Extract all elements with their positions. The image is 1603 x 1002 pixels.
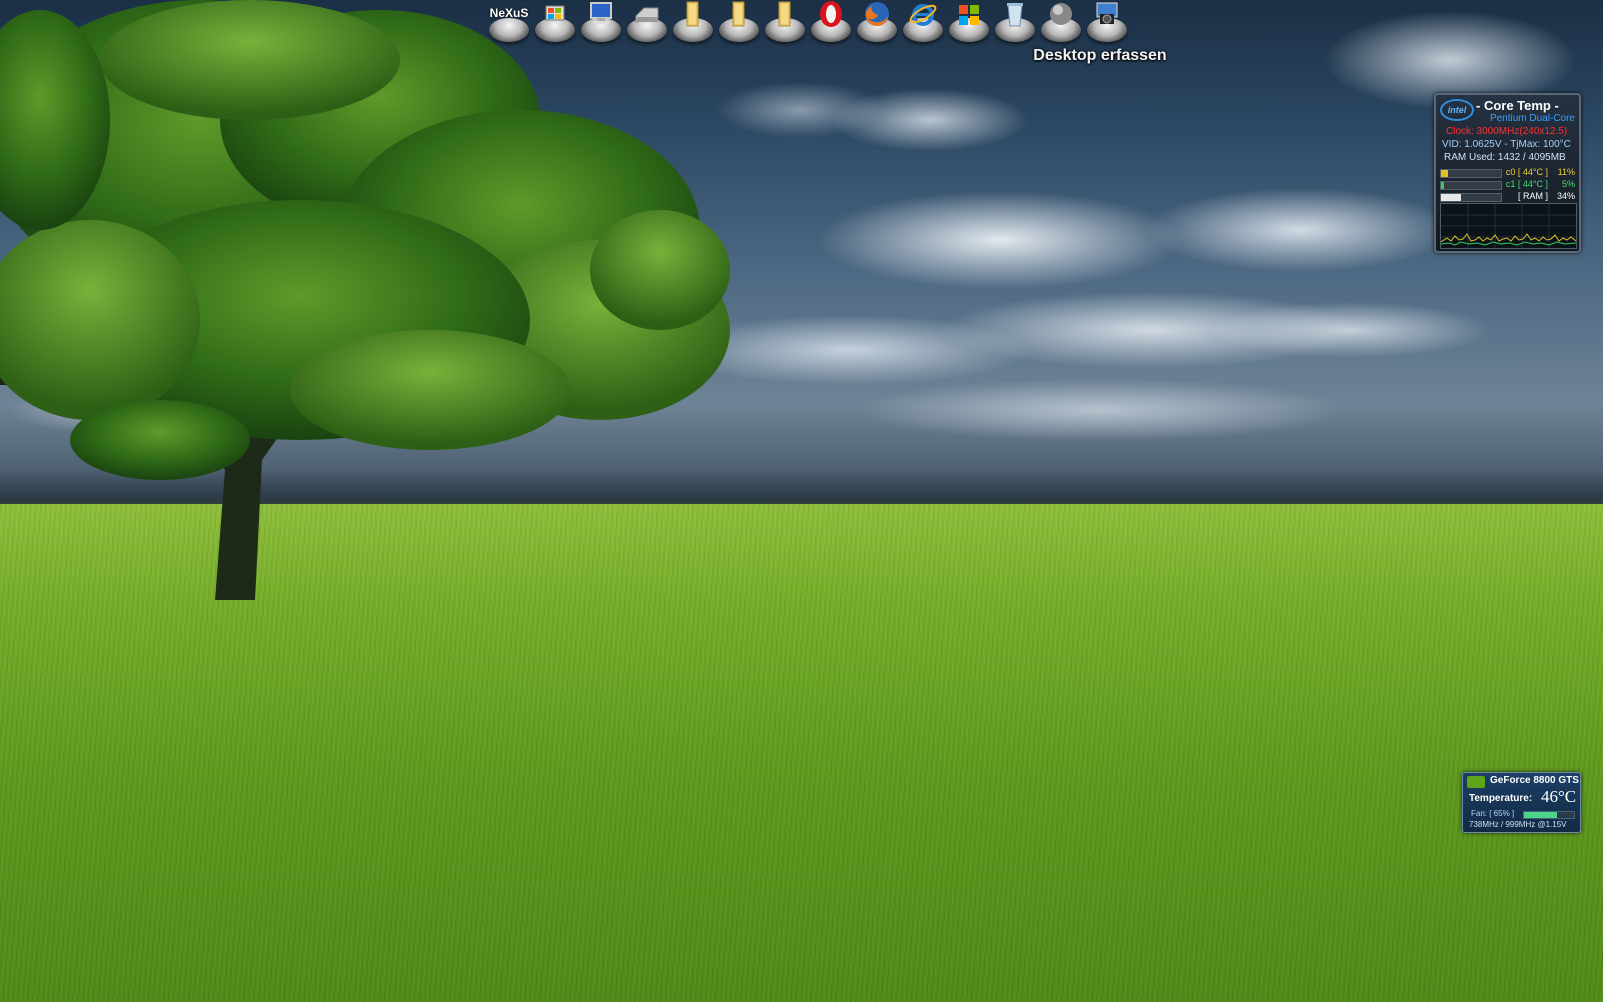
core-0-bar	[1440, 169, 1502, 178]
cpu-usage-graph	[1440, 203, 1577, 249]
cpu-vid: VID: 1.0625V - TjMax: 100°C	[1442, 139, 1571, 150]
gpu-temperature: 46°C	[1541, 787, 1577, 806]
dock-hover-label: Desktop erfassen	[1033, 47, 1167, 64]
windows-icon	[959, 5, 979, 25]
ram-used: RAM Used: 1432 / 4095MB	[1444, 152, 1566, 163]
nvidia-logo-icon	[1467, 776, 1485, 788]
dock-item-folder-1[interactable]	[670, 0, 716, 46]
core-1-bar-fill	[1441, 182, 1444, 189]
dock-item-nexus[interactable]: NeXuS	[486, 0, 532, 46]
gpu-name: GeForce 8800 GTS	[1490, 775, 1579, 786]
gpu-monitor-gadget[interactable]: GeForce 8800 GTS Temperature: 46°C Fan: …	[1462, 772, 1581, 833]
opera-icon	[820, 1, 842, 27]
core-0-percent: 11%	[1557, 167, 1575, 177]
drive-icon	[635, 7, 659, 23]
internet-explorer-icon	[909, 4, 937, 26]
globe-icon	[1050, 3, 1072, 25]
core-temp-title: - Core Temp -	[1476, 98, 1559, 113]
dock-item-globe[interactable]	[1038, 0, 1084, 46]
tree-illustration	[0, 0, 730, 600]
dock-item-firefox[interactable]	[854, 0, 900, 46]
core-1-label: c1 [ 44°C ]	[1505, 179, 1548, 189]
dock-item-camera[interactable]	[1084, 0, 1130, 46]
core-1-percent: 5%	[1561, 179, 1575, 189]
core-0-bar-fill	[1441, 170, 1448, 177]
core-temp-gadget[interactable]: intel - Core Temp - Pentium Dual-Core Cl…	[1434, 93, 1581, 253]
gpu-clocks: 738MHz / 999MHz @1.15V	[1469, 820, 1567, 829]
dock-item-folder-2[interactable]	[716, 0, 762, 46]
ram-bar	[1440, 193, 1502, 202]
gpu-temperature-label: Temperature:	[1469, 793, 1533, 804]
gpu-fan-bar	[1523, 811, 1575, 819]
dock-item-recycle-bin[interactable]	[992, 0, 1038, 46]
cpu-clock: Clock: 3000MHz(240x12.5)	[1446, 126, 1568, 137]
ram-percent: 34%	[1556, 191, 1575, 201]
ram-label: [ RAM ]	[1517, 191, 1548, 201]
ram-bar-fill	[1441, 194, 1462, 201]
nexus-logo: NeXuS	[489, 6, 529, 20]
dock-item-folder-3[interactable]	[762, 0, 808, 46]
intel-logo: intel	[1440, 99, 1474, 121]
ram-row: [ RAM ] 34%	[1440, 191, 1575, 202]
recycle-bin-icon	[1007, 3, 1023, 27]
windows-explorer-icon	[545, 5, 565, 21]
dock-item-windows[interactable]	[946, 0, 992, 46]
folder-icon	[732, 1, 745, 27]
dock-item-windows-explorer[interactable]	[532, 0, 578, 46]
dock-item-opera[interactable]	[808, 0, 854, 46]
gpu-fan-bar-fill	[1524, 812, 1557, 818]
dock-item-drive[interactable]	[624, 0, 670, 46]
core-0-row: c0 [ 44°C ] 11%	[1440, 167, 1575, 178]
folder-icon	[778, 1, 791, 27]
folder-icon	[686, 1, 699, 27]
firefox-icon	[865, 2, 889, 27]
desktop-wallpaper	[0, 0, 1603, 1002]
cpu-name: Pentium Dual-Core	[1489, 113, 1575, 124]
dock-item-computer[interactable]	[578, 0, 624, 46]
computer-icon	[590, 2, 612, 24]
pedestal	[489, 18, 529, 42]
dock-item-internet-explorer[interactable]	[900, 0, 946, 46]
core-1-bar	[1440, 181, 1502, 190]
core-0-label: c0 [ 44°C ]	[1505, 167, 1548, 177]
gpu-fan: Fan: [ 65% ]	[1471, 809, 1515, 818]
camera-icon	[1096, 2, 1118, 24]
core-1-row: c1 [ 44°C ] 5%	[1440, 179, 1575, 190]
